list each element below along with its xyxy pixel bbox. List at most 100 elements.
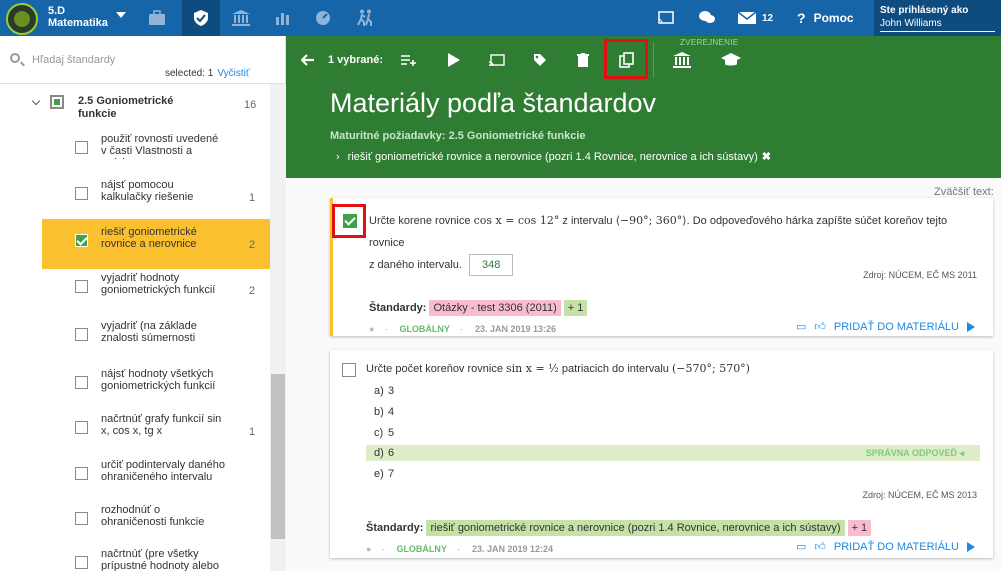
nav-briefcase[interactable] <box>138 0 176 36</box>
option-value: 4 <box>388 406 395 418</box>
cast-button[interactable] <box>486 36 508 84</box>
standard-checkbox[interactable] <box>75 234 88 247</box>
add-to-playlist-button[interactable] <box>398 36 420 84</box>
nav-institution[interactable] <box>222 0 260 36</box>
visibility-label: GLOBÁLNY <box>399 324 450 334</box>
standard-item[interactable]: načrtnúť grafy funkcií sin x, cos x, tg … <box>42 406 270 456</box>
option-value: 5 <box>388 427 395 439</box>
standard-checkbox[interactable] <box>75 187 88 200</box>
chat-icon <box>699 11 715 23</box>
thumbs-up-icon[interactable]: 👍︎ <box>814 320 826 333</box>
standard-item[interactable]: vyjadriť (na základe znalosti súmernosti <box>42 313 270 363</box>
class-selector[interactable]: 5.D Matematika <box>48 5 108 29</box>
nav-activity[interactable] <box>346 0 384 36</box>
standard-label: nájsť pomocou kalkulačky riešenie <box>101 179 194 203</box>
clear-selection-link[interactable]: Vyčistiť <box>217 68 249 79</box>
breadcrumb-standard: riešiť goniometrické rovnice a nerovnice… <box>347 151 758 163</box>
help-button[interactable]: ? Pomoc <box>797 0 854 36</box>
add-to-material-button[interactable]: PRIDAŤ DO MATERIÁLU <box>834 321 959 333</box>
standard-item[interactable]: načrtnúť (pre všetky prípustné hodnoty a… <box>42 541 270 571</box>
help-icon: ? <box>797 10 806 26</box>
option-letter: e) <box>374 468 384 480</box>
standard-checkbox[interactable] <box>75 421 88 434</box>
institution-icon <box>673 52 691 68</box>
thumbs-up-icon[interactable]: 👍︎ <box>814 540 826 553</box>
user-name: John Williams <box>880 17 995 32</box>
cast-icon[interactable]: ▭ <box>796 540 806 553</box>
remove-standard-icon[interactable]: ✖ <box>762 151 771 163</box>
standard-item[interactable]: určiť podintervaly daného ohraničeného i… <box>42 452 270 502</box>
standard-checkbox[interactable] <box>75 141 88 154</box>
screen-cast-button[interactable] <box>658 0 674 36</box>
publish-institution-button[interactable] <box>670 36 694 84</box>
standards-search[interactable]: Hľadaj štandardy selected: 1 Vyčistiť <box>0 36 286 84</box>
arrow-left-icon <box>301 54 314 66</box>
more-standards-tag[interactable]: + 1 <box>563 300 588 316</box>
play-button[interactable] <box>444 36 464 84</box>
checkbox-highlight <box>332 204 366 238</box>
sidebar-scroll-thumb[interactable] <box>271 374 285 539</box>
tag-button[interactable] <box>530 36 550 84</box>
standard-label: vyjadriť (na základe znalosti súmernosti <box>101 320 197 344</box>
walk-icon <box>357 9 372 26</box>
standards-sidebar: Hľadaj štandardy selected: 1 Vyčistiť 2.5… <box>0 36 286 571</box>
standard-checkbox[interactable] <box>75 556 88 569</box>
nav-standards[interactable] <box>182 0 220 36</box>
standards-row: Štandardy: riešiť goniometrické rovnice a… <box>366 520 872 536</box>
tag-icon[interactable]: ● <box>366 544 371 554</box>
cast-icon <box>489 53 505 66</box>
math-expression: cos x = cos 12° <box>473 214 560 227</box>
playlist-add-icon <box>401 55 416 66</box>
requirement-label: Maturitné požiadavky: 2.5 Goniometrické … <box>330 130 586 142</box>
standard-item-selected[interactable]: riešiť goniometrické rovnice a nerovnice… <box>42 219 270 269</box>
class-subject: Matematika <box>48 17 108 29</box>
publish-class-button[interactable] <box>718 36 744 84</box>
messages-button[interactable]: 12 <box>738 0 773 36</box>
standard-checkbox[interactable] <box>75 328 88 341</box>
nav-statistics[interactable] <box>264 0 302 36</box>
search-input[interactable]: Hľadaj štandardy <box>32 54 115 66</box>
question-source: Zdroj: NÚCEM, EČ MS 2013 <box>862 490 977 500</box>
zoom-text-label[interactable]: Zväčšiť text: <box>934 186 994 198</box>
cast-icon[interactable]: ▭ <box>796 320 806 333</box>
standard-tag[interactable]: Otázky - test 3306 (2011) <box>429 300 561 316</box>
delete-button[interactable] <box>573 36 593 84</box>
group-checkbox[interactable] <box>50 95 64 109</box>
caret-down-icon[interactable] <box>116 12 126 18</box>
help-label: Pomoc <box>813 11 854 25</box>
chat-button[interactable] <box>698 0 716 36</box>
standard-checkbox[interactable] <box>75 280 88 293</box>
question-text: Určte korene rovnice cos x = cos 12° z i… <box>369 210 984 276</box>
standard-item[interactable]: použiť rovnosti uvedené v časti Vlastnos… <box>42 126 270 176</box>
speedometer-icon <box>316 11 330 25</box>
back-button[interactable] <box>298 36 318 84</box>
standard-label: načrtnúť grafy funkcií sin x, cos x, tg … <box>101 413 222 437</box>
standard-tag[interactable]: riešiť goniometrické rovnice a nerovnice… <box>426 520 845 536</box>
option-letter: c) <box>374 427 384 439</box>
standard-checkbox[interactable] <box>75 376 88 389</box>
standard-item[interactable]: rozhodnúť o ohraničenosti funkcie <box>42 497 270 547</box>
user-menu[interactable]: Ste prihlásený ako John Williams <box>874 0 1001 36</box>
add-to-material-button[interactable]: PRIDAŤ DO MATERIÁLU <box>834 541 959 553</box>
option-value: 3 <box>388 385 395 397</box>
standard-item[interactable]: nájsť pomocou kalkulačky riešenie 1 <box>42 172 270 222</box>
tag-icon[interactable]: ● <box>369 324 374 334</box>
group-title[interactable]: 2.5 Goniometrické funkcie <box>78 95 198 121</box>
standard-item[interactable]: nájsť hodnoty všetkých goniometrických f… <box>42 361 270 411</box>
standard-checkbox[interactable] <box>75 512 88 525</box>
standard-checkbox[interactable] <box>75 467 88 480</box>
answer-option: e) 7 <box>366 466 980 482</box>
play-icon[interactable] <box>967 541 975 552</box>
question-checkbox[interactable] <box>342 363 356 377</box>
option-letter: b) <box>374 406 384 418</box>
class-avatar[interactable] <box>6 3 38 35</box>
copy-highlight <box>604 39 648 79</box>
correct-answer-text: SPRÁVNA ODPOVEĎ <box>865 448 957 458</box>
chevron-down-icon[interactable] <box>31 96 41 106</box>
nav-dashboard[interactable] <box>304 0 342 36</box>
standard-item[interactable]: vyjadriť hodnoty goniometrických funkcií… <box>42 265 270 315</box>
group-count: 16 <box>244 99 257 111</box>
option-value: 7 <box>388 468 395 480</box>
more-standards-tag[interactable]: + 1 <box>847 520 872 536</box>
play-icon[interactable] <box>967 321 975 332</box>
